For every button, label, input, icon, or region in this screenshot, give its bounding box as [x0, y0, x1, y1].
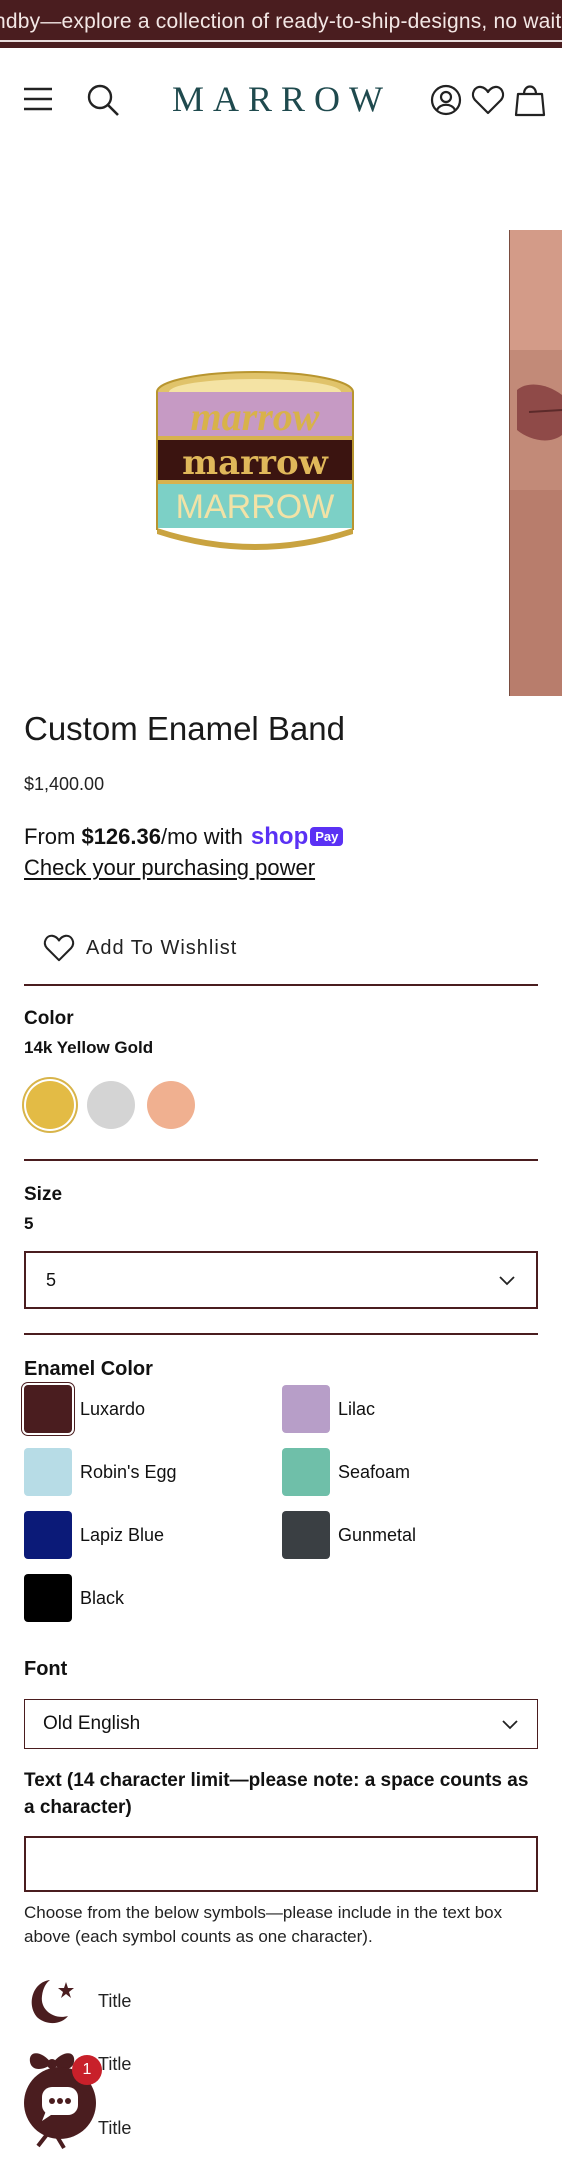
enamel-option-label: Lapiz Blue — [80, 1524, 165, 1545]
size-selected-value: 5 — [24, 1214, 34, 1233]
cart-icon[interactable] — [514, 82, 546, 118]
moon-star-icon — [31, 1980, 74, 2024]
symbols-help-text: Choose from the below symbols—please inc… — [24, 1903, 503, 1946]
font-select[interactable]: Old English — [24, 1699, 538, 1749]
account-icon[interactable] — [430, 84, 462, 116]
enamel-swatch — [282, 1511, 330, 1559]
shoppay-from: From — [24, 824, 82, 849]
shoppay-amount: $126.36 — [81, 824, 161, 849]
divider — [24, 1333, 538, 1335]
product-gallery[interactable]: marrow marrow MARROW — [0, 230, 562, 696]
enamel-option-label: Black — [80, 1587, 125, 1608]
ring-image[interactable]: marrow marrow MARROW — [150, 370, 360, 560]
enamel-option-label: Gunmetal — [338, 1524, 417, 1545]
wishlist-icon[interactable] — [471, 84, 505, 116]
shoppay-installments: From $126.36/mo with shop Pay — [24, 823, 344, 851]
wishlist-label: Add To Wishlist — [86, 936, 238, 959]
search-icon[interactable] — [86, 83, 120, 117]
chevron-down-icon — [502, 1720, 518, 1730]
font-label: Font — [24, 1658, 68, 1680]
enamel-swatch — [24, 1385, 72, 1433]
color-label: Color — [24, 1008, 74, 1029]
swatch-yellow-gold[interactable] — [26, 1081, 74, 1129]
ring-text-1: marrow — [191, 394, 320, 439]
color-selected-value: 14k Yellow Gold — [24, 1038, 154, 1057]
enamel-option-label: Luxardo — [80, 1398, 146, 1419]
text-field-label: Text (14 character limit—please note: a … — [24, 1770, 529, 1818]
chat-unread-badge: 1 — [72, 2055, 102, 2085]
enamel-option-luxardo[interactable]: Luxardo — [24, 1385, 145, 1433]
product-price: $1,400.00 — [24, 774, 105, 794]
shoppay-pay-badge: Pay — [310, 827, 344, 846]
purchasing-power-link[interactable]: Check your purchasing power — [24, 855, 315, 881]
enamel-option-label: Seafoam — [338, 1461, 411, 1482]
site-logo[interactable]: MARROW — [172, 78, 392, 120]
ring-text-2: marrow — [182, 443, 329, 483]
shoppay-suffix: /mo with — [160, 824, 243, 849]
enamel-option-lilac[interactable]: Lilac — [282, 1385, 375, 1433]
chevron-down-icon — [499, 1276, 515, 1286]
enamel-option-label: Lilac — [338, 1398, 376, 1419]
heart-icon — [43, 934, 75, 962]
enamel-option-gunmetal[interactable]: Gunmetal — [282, 1511, 416, 1559]
engraving-text-input[interactable] — [24, 1836, 538, 1892]
enamel-swatch — [282, 1385, 330, 1433]
divider — [24, 1159, 538, 1161]
swatch-rose-gold[interactable] — [147, 1081, 195, 1129]
symbol-label: Title — [98, 2117, 132, 2138]
symbol-label: Title — [98, 2053, 132, 2074]
enamel-option-seafoam[interactable]: Seafoam — [282, 1448, 410, 1496]
swatch-white-gold[interactable] — [87, 1081, 135, 1129]
announcement-divider — [0, 40, 562, 42]
announcement-bar[interactable]: ndby—explore a collection of ready-to-sh… — [0, 0, 562, 48]
enamel-option-lapiz-blue[interactable]: Lapiz Blue — [24, 1511, 164, 1559]
symbol-label: Title — [98, 1990, 132, 2011]
enamel-swatch — [282, 1448, 330, 1496]
shoppay-logo: shop — [250, 823, 309, 850]
enamel-swatch — [24, 1511, 72, 1559]
font-select-value: Old English — [43, 1713, 141, 1734]
enamel-color-label: Enamel Color — [24, 1358, 153, 1380]
product-title: Custom Enamel Band — [24, 710, 345, 747]
add-to-wishlist-button[interactable]: Add To Wishlist — [42, 931, 237, 965]
enamel-option-label: Robin's Egg — [80, 1461, 177, 1482]
announcement-text: ndby—explore a collection of ready-to-sh… — [0, 10, 562, 33]
enamel-swatch — [24, 1448, 72, 1496]
enamel-swatch — [24, 1574, 72, 1622]
size-label: Size — [24, 1184, 63, 1205]
site-header: MARROW — [0, 52, 562, 148]
size-select[interactable]: 5 — [24, 1251, 538, 1309]
enamel-option-black[interactable]: Black — [24, 1574, 124, 1622]
symbol-option[interactable]: Title — [24, 1976, 131, 2026]
menu-icon[interactable] — [22, 86, 54, 112]
model-photo[interactable] — [509, 230, 562, 696]
enamel-option-robins-egg[interactable]: Robin's Egg — [24, 1448, 177, 1496]
ring-text-3: MARROW — [176, 488, 335, 526]
divider — [24, 984, 538, 986]
size-select-value: 5 — [46, 1269, 57, 1290]
